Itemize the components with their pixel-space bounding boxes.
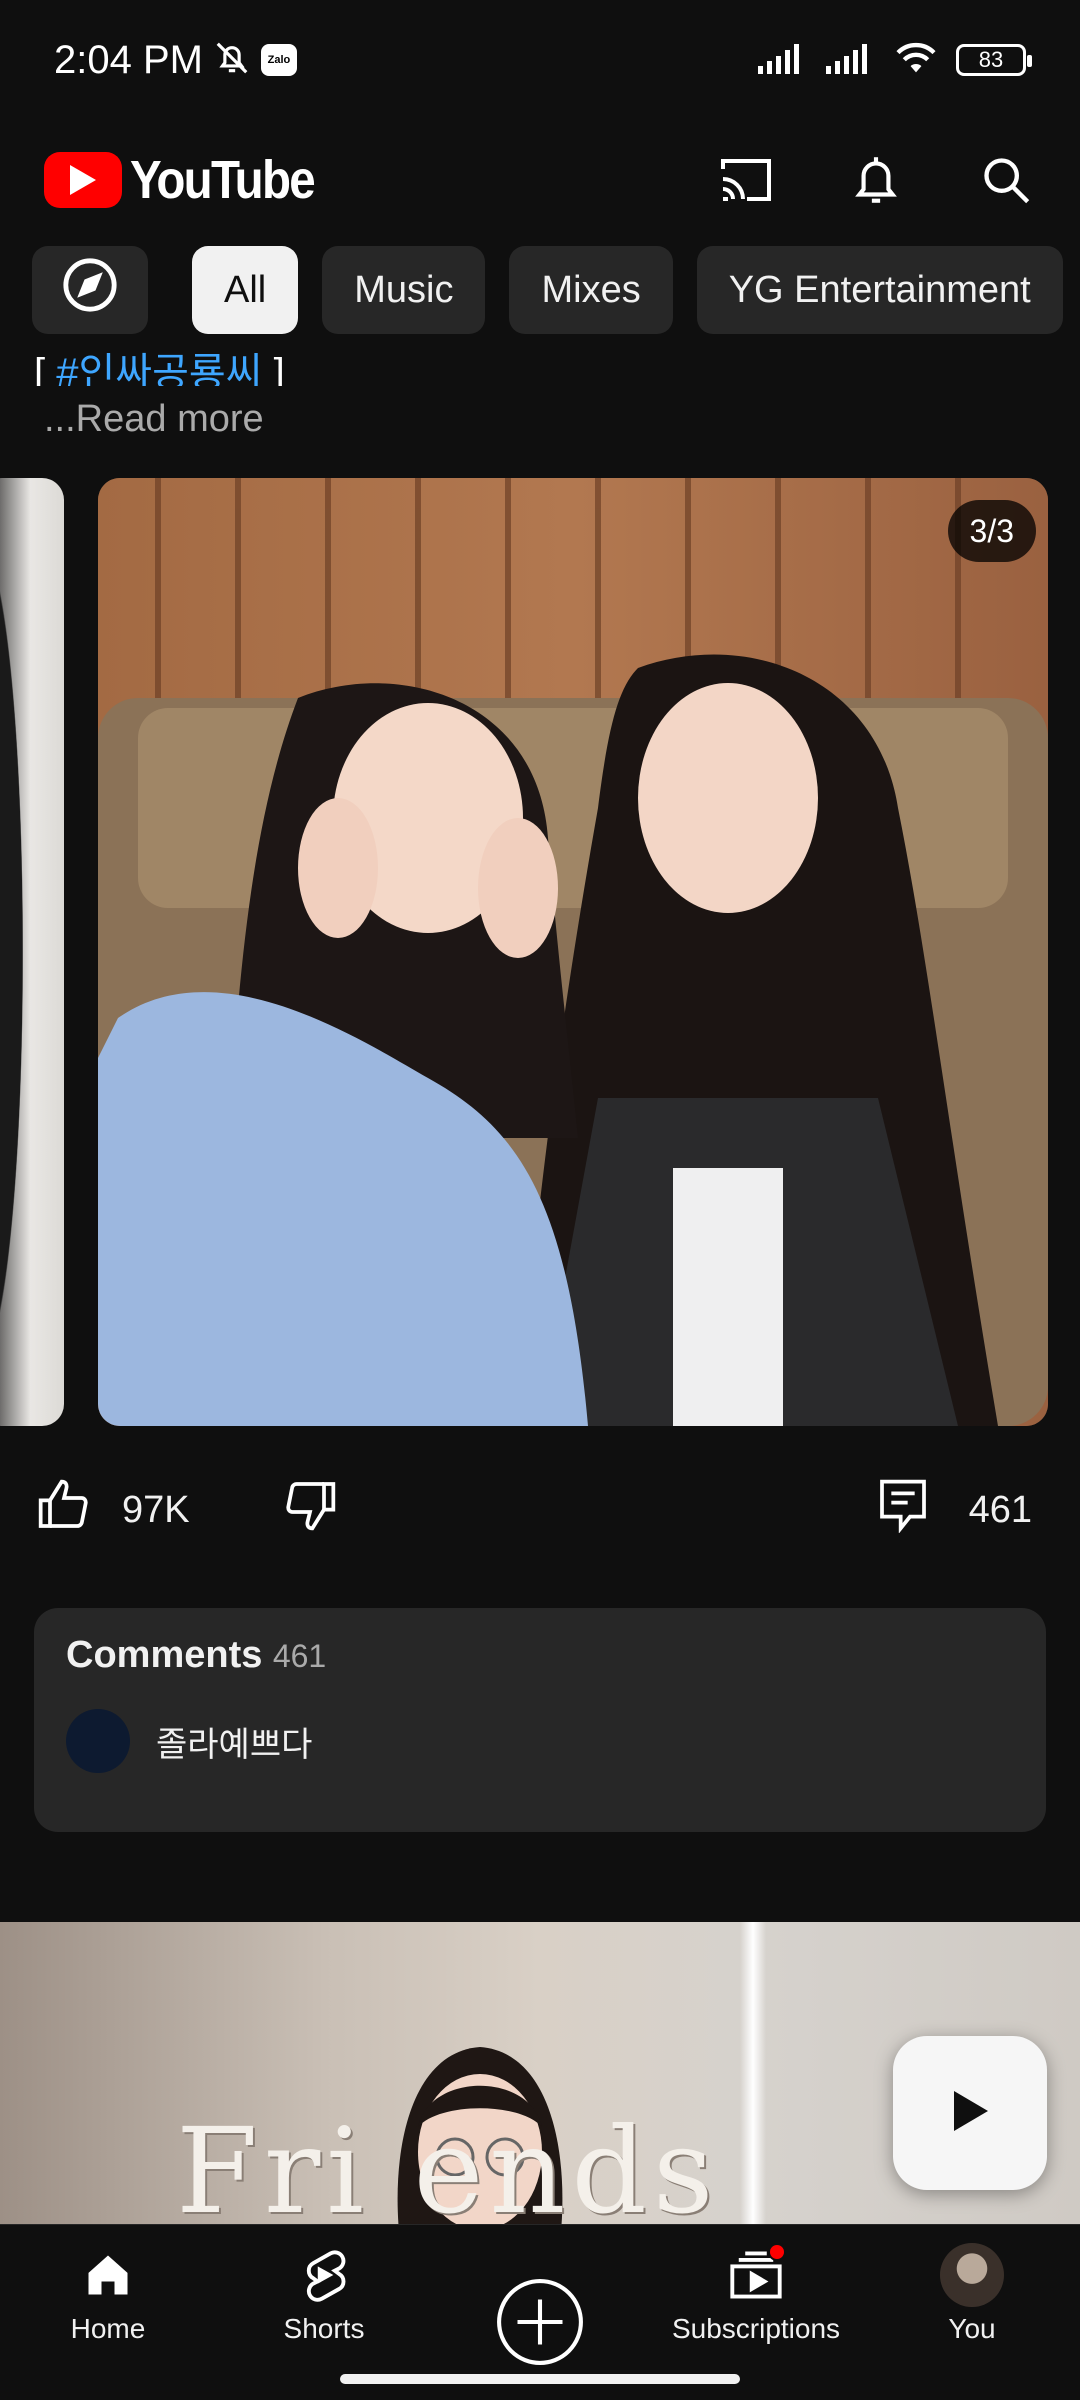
- compass-icon: [61, 256, 119, 324]
- shorts-icon: [292, 2243, 356, 2307]
- status-time: 2:04 PM: [54, 37, 203, 82]
- logo-text: YouTube: [130, 150, 316, 210]
- read-more-link[interactable]: ...Read more: [44, 398, 264, 441]
- comment-count: 461: [968, 1488, 1032, 1531]
- post-photo-illustration: [98, 478, 1048, 1426]
- comments-preview-card[interactable]: Comments 461 졸라예쁘다: [34, 1608, 1046, 1832]
- chip-yg-entertainment[interactable]: YG Entertainment: [696, 246, 1063, 334]
- commenter-avatar: [66, 1709, 130, 1773]
- post-actions: 97K 461: [0, 1470, 1080, 1550]
- notifications-bell-icon[interactable]: [846, 150, 906, 210]
- light-streak-decoration: [740, 1922, 766, 2224]
- nav-subscriptions-label: Subscriptions: [671, 2313, 841, 2344]
- image-counter-badge: 3/3: [947, 500, 1036, 562]
- post-image[interactable]: 3/3: [98, 478, 1048, 1426]
- chip-all[interactable]: All: [192, 246, 299, 334]
- dislike-button[interactable]: [282, 1477, 338, 1543]
- top-comment: 졸라예쁘다: [66, 1709, 1014, 1773]
- status-left: 2:04 PM Zalo: [54, 38, 297, 83]
- comments-title: Comments: [66, 1634, 263, 1676]
- nav-home-label: Home: [70, 2313, 146, 2344]
- battery-indicator: 83: [956, 44, 1032, 76]
- signal-icon-1: [758, 42, 808, 79]
- youtube-logo[interactable]: YouTube: [44, 149, 339, 211]
- play-button[interactable]: [893, 2036, 1047, 2190]
- subscriptions-icon: [724, 2243, 788, 2307]
- comments-header: Comments 461: [66, 1634, 1014, 1677]
- wifi-icon: [894, 40, 938, 81]
- home-icon: [76, 2243, 140, 2307]
- filter-chips: All Music Mixes YG Entertainment: [32, 246, 1063, 334]
- status-bar: 2:04 PM Zalo 83: [0, 0, 1080, 120]
- search-icon[interactable]: [976, 150, 1036, 210]
- play-icon: [950, 2089, 990, 2138]
- gesture-home-indicator[interactable]: [340, 2374, 740, 2384]
- nav-you-label: You: [948, 2313, 996, 2344]
- cast-icon[interactable]: [716, 150, 776, 210]
- nav-home[interactable]: Home: [0, 2225, 216, 2400]
- bracket-open: [: [34, 351, 57, 386]
- bell-off-icon: [213, 39, 251, 82]
- nav-shorts-label: Shorts: [283, 2313, 365, 2344]
- hashtag-link[interactable]: #인싸공룡씨: [56, 351, 262, 386]
- comments-button[interactable]: 461: [877, 1477, 1032, 1543]
- thumbnail-overlay-text: Fri ends: [176, 2102, 720, 2224]
- chip-music[interactable]: Music: [322, 246, 486, 334]
- thumbs-down-icon: [282, 1477, 338, 1543]
- header-actions: [716, 150, 1036, 210]
- thumbs-up-icon: [36, 1477, 92, 1543]
- comment-icon: [877, 1477, 929, 1543]
- like-count: 97K: [122, 1488, 190, 1531]
- like-dislike-group: 97K: [36, 1477, 338, 1543]
- create-plus-icon: [495, 2277, 585, 2367]
- signal-icon-2: [826, 42, 876, 79]
- zalo-notification-icon: Zalo: [260, 44, 297, 76]
- nav-you[interactable]: You: [864, 2225, 1080, 2400]
- comments-count: 461: [272, 1638, 327, 1674]
- app-header: YouTube: [0, 120, 1080, 240]
- top-comment-text: 졸라예쁘다: [156, 1725, 313, 1764]
- carousel-previous-image[interactable]: [0, 478, 64, 1426]
- youtube-play-logo-icon: [44, 152, 122, 208]
- chip-mixes[interactable]: Mixes: [509, 246, 673, 334]
- like-button[interactable]: 97K: [36, 1477, 190, 1543]
- status-right: 83: [758, 40, 1032, 81]
- post-hashtag-line: [ #인싸공룡씨 ]: [34, 340, 285, 386]
- new-content-dot: [768, 2243, 786, 2261]
- explore-chip[interactable]: [32, 246, 148, 334]
- profile-avatar: [940, 2243, 1004, 2307]
- bracket-close: ]: [262, 351, 285, 386]
